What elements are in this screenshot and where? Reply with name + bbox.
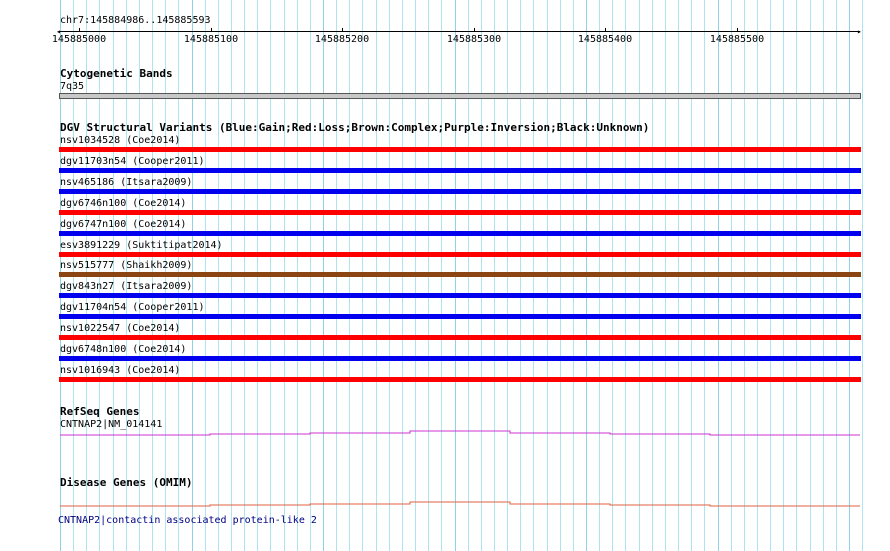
gene-traces [60,430,860,507]
omim-gene-glyph[interactable] [60,501,860,507]
refseq-gene-glyph[interactable] [60,430,860,436]
